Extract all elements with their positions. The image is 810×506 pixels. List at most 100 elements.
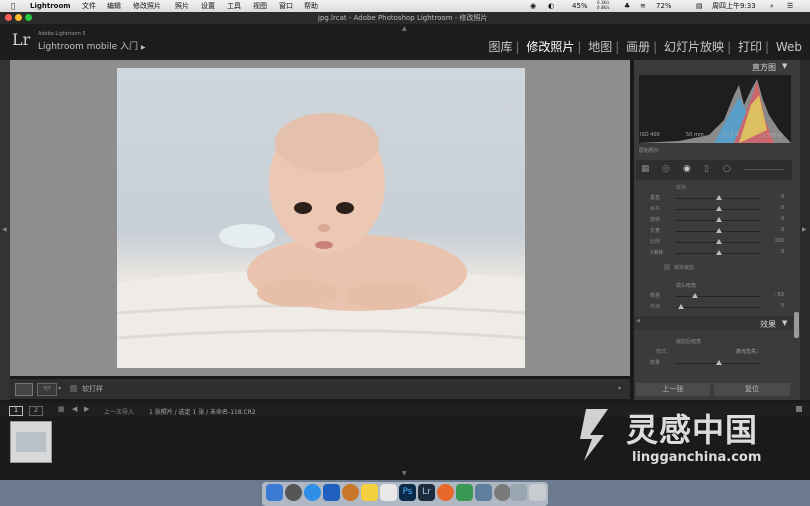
lock-crop-checkbox[interactable] <box>664 264 670 270</box>
before-after-dropdown-icon[interactable]: ▾ <box>58 385 61 392</box>
histogram-title[interactable]: 直方图 <box>752 62 776 73</box>
trash-icon[interactable] <box>529 484 546 501</box>
power-percent[interactable]: 72% <box>656 0 672 12</box>
slider-scale[interactable]: 比例 100 <box>638 238 788 246</box>
slider-value[interactable]: 0 <box>781 227 784 233</box>
before-after-icon[interactable]: Y|Y <box>37 383 57 396</box>
menu-view[interactable]: 视图 <box>253 0 267 12</box>
source-label[interactable]: 上一次导入 <box>104 407 134 416</box>
slider-knob[interactable] <box>716 239 722 244</box>
histogram-collapse-icon[interactable]: ▼ <box>782 62 787 70</box>
reset-button[interactable]: 复位 <box>714 383 790 396</box>
slider-aspect[interactable]: 长宽 0 <box>638 227 788 235</box>
apple-icon[interactable]:  <box>11 0 15 12</box>
downloads-icon[interactable] <box>510 484 527 501</box>
slider-knob[interactable] <box>716 228 722 233</box>
menu-settings[interactable]: 设置 <box>201 0 215 12</box>
slider-x-offset[interactable]: X偏移 0 <box>638 249 788 257</box>
launchpad-icon[interactable] <box>285 484 302 501</box>
slider-knob[interactable] <box>692 293 698 298</box>
slider-value[interactable]: - 63 <box>774 292 784 298</box>
qq-icon[interactable] <box>361 484 378 501</box>
collapse-top-icon[interactable]: ▲ <box>402 25 407 32</box>
menu-help[interactable]: 帮助 <box>304 0 318 12</box>
effects-title[interactable]: 效果 <box>760 319 776 330</box>
cpu-battery[interactable]: 45% <box>572 0 588 12</box>
finder-icon[interactable] <box>266 484 283 501</box>
original-photo-checkbox[interactable]: 原始照片 <box>639 147 659 154</box>
module-web[interactable]: Web <box>776 40 802 54</box>
firefox-icon[interactable] <box>437 484 454 501</box>
forward-arrow-icon[interactable]: ▶ <box>84 405 89 413</box>
style-select[interactable]: 高光优先： <box>736 348 761 355</box>
slider-vertical[interactable]: 垂直 0 <box>638 194 788 202</box>
wifi-icon[interactable]: ≋ <box>640 0 646 12</box>
loupe-view-icon[interactable] <box>15 383 33 396</box>
window-2-button[interactable]: 2 <box>29 406 43 416</box>
app-menu[interactable]: Lightroom <box>30 0 71 12</box>
clock[interactable]: 周四上午9:33 <box>712 0 756 12</box>
slider-knob[interactable] <box>716 217 722 222</box>
module-print[interactable]: 打印 <box>738 40 762 54</box>
module-map[interactable]: 地图 <box>588 40 612 54</box>
slider-track[interactable] <box>676 296 760 297</box>
graduated-filter-icon[interactable]: ▯ <box>704 164 709 174</box>
slider-value[interactable]: 5 <box>781 303 784 309</box>
system-prefs-icon[interactable] <box>494 484 511 501</box>
slider-knob[interactable] <box>678 304 684 309</box>
app-icon-white[interactable] <box>380 484 397 501</box>
slider-vignette-midpoint[interactable]: 中点 5 <box>638 303 788 311</box>
slider-value[interactable]: 0 <box>781 205 784 211</box>
photoshop-icon[interactable]: Ps <box>399 484 416 501</box>
slider-knob[interactable] <box>716 195 722 200</box>
slider-horizontal[interactable]: 水平 0 <box>638 205 788 213</box>
panel-scrollbar[interactable] <box>794 312 799 338</box>
zoom-icon[interactable] <box>25 14 32 21</box>
menu-photo[interactable]: 照片 <box>175 0 189 12</box>
toolbar-menu-icon[interactable]: ▾ <box>618 385 621 392</box>
grid-view-icon[interactable]: ▦ <box>58 405 65 413</box>
menu-tools[interactable]: 工具 <box>227 0 241 12</box>
adjustment-brush-slider[interactable] <box>744 169 784 170</box>
menu-develop[interactable]: 修改照片 <box>133 0 161 12</box>
effects-collapse-icon[interactable]: ▼ <box>782 319 787 327</box>
slider-value[interactable]: 0 <box>781 194 784 200</box>
module-book[interactable]: 画册 <box>626 40 650 54</box>
slider-value[interactable]: 100 <box>774 238 784 244</box>
radial-filter-icon[interactable]: ○ <box>723 164 731 174</box>
search-icon[interactable]: ⌕ <box>770 0 774 12</box>
redeye-icon[interactable]: ◉ <box>683 164 691 174</box>
close-icon[interactable] <box>5 14 12 21</box>
slider-knob[interactable] <box>716 360 722 365</box>
photo-info[interactable]: 1 张照片 / 选定 1 张 / 未命名-118.CR2 <box>149 407 256 416</box>
baby-photo[interactable] <box>116 68 526 368</box>
window-1-button[interactable]: 1 <box>9 406 23 416</box>
soft-proof-checkbox[interactable] <box>70 385 77 392</box>
right-panel-arrow-icon[interactable]: ▶ <box>802 226 807 233</box>
slider-knob[interactable] <box>716 250 722 255</box>
filmstrip-thumbnail[interactable] <box>10 421 52 463</box>
browser-icon[interactable] <box>304 484 321 501</box>
minimize-icon[interactable] <box>15 14 22 21</box>
module-develop[interactable]: 修改照片 <box>526 40 574 54</box>
mobile-intro[interactable]: Lightroom mobile 入门 ▶ <box>38 39 146 52</box>
list-icon[interactable]: ☰ <box>787 0 793 12</box>
lightroom-icon[interactable]: Lr <box>418 484 435 501</box>
slider-value[interactable]: 0 <box>781 249 784 255</box>
crop-overlay-icon[interactable]: ▦ <box>641 164 650 174</box>
menu-window[interactable]: 窗口 <box>279 0 293 12</box>
record-icon[interactable]: ◉ <box>530 0 536 12</box>
slider-vignette-amount[interactable]: 数量 - 63 <box>638 292 788 300</box>
menu-edit[interactable]: 编辑 <box>107 0 121 12</box>
app-icon-orange[interactable] <box>342 484 359 501</box>
slider-value[interactable]: 0 <box>781 216 784 222</box>
slider-knob[interactable] <box>716 206 722 211</box>
slider-track[interactable] <box>676 307 760 308</box>
slider-effect-amount[interactable]: 数量 <box>638 359 788 367</box>
gauge-icon[interactable]: ◐ <box>548 0 554 12</box>
menu-file[interactable]: 文件 <box>82 0 96 12</box>
app-store-icon[interactable] <box>323 484 340 501</box>
mic-icon[interactable]: ♣ <box>624 0 630 12</box>
app-icon-blue[interactable] <box>475 484 492 501</box>
flag-icon[interactable]: ▤ <box>696 0 703 12</box>
